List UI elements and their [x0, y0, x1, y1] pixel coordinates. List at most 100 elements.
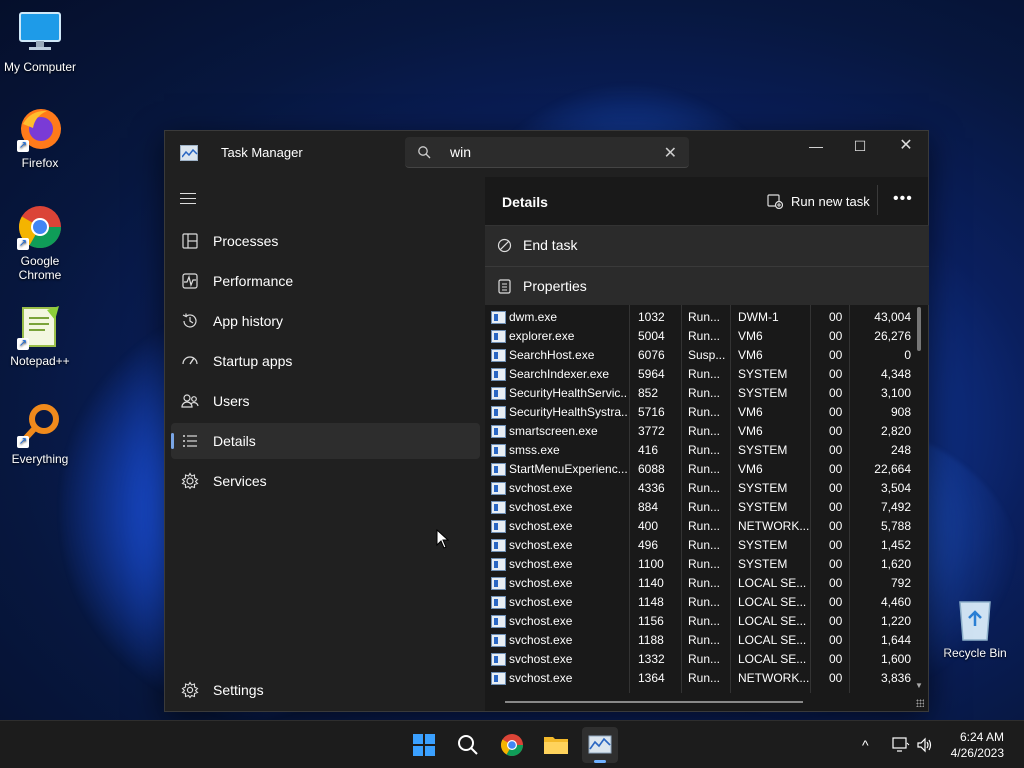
sidebar-item-settings[interactable]: Settings: [171, 672, 480, 708]
process-name: svchost.exe: [509, 633, 573, 647]
process-cpu: 00: [829, 538, 843, 552]
clear-search-icon[interactable]: ✕: [664, 143, 677, 163]
table-row[interactable]: SearchHost.exe 6076 Susp... VM6 00 0: [485, 346, 929, 365]
more-options-icon[interactable]: •••: [893, 190, 913, 208]
horizontal-scrollbar[interactable]: [505, 701, 803, 703]
process-memory: 4,348: [880, 367, 911, 381]
properties-menu-item[interactable]: Properties: [485, 267, 929, 307]
process-name: svchost.exe: [509, 538, 573, 552]
maximize-button[interactable]: ☐: [837, 131, 883, 163]
process-name: SecurityHealthSystra...: [509, 405, 627, 419]
sidebar-item-app-history[interactable]: App history: [171, 303, 480, 339]
table-row[interactable]: svchost.exe 884 Run... SYSTEM 00 7,492: [485, 498, 929, 517]
taskbar-task-manager-button[interactable]: [582, 727, 618, 763]
table-row[interactable]: svchost.exe 1364 Run... NETWORK... 00 3,836: [485, 669, 929, 688]
sidebar-item-processes[interactable]: Processes: [171, 223, 480, 259]
process-memory: 7,492: [880, 500, 911, 514]
title-bar[interactable]: Task Manager win ✕ — ☐ ✕: [165, 131, 928, 177]
desktop-icon-google-chrome[interactable]: ↗ Google Chrome: [0, 204, 80, 282]
desktop-icon-firefox[interactable]: ↗ Firefox: [0, 106, 80, 170]
table-row[interactable]: svchost.exe 1148 Run... LOCAL SE... 00 4,460: [485, 593, 929, 612]
volume-icon[interactable]: [916, 737, 934, 753]
end-task-menu-item[interactable]: End task: [485, 226, 929, 266]
resize-grip-icon[interactable]: [916, 699, 924, 707]
desktop-icon-notepadpp[interactable]: ↗ Notepad++: [0, 304, 80, 368]
toolbar-divider: [877, 185, 878, 215]
table-row[interactable]: smartscreen.exe 3772 Run... VM6 00 2,820: [485, 422, 929, 441]
table-row[interactable]: smss.exe 416 Run... SYSTEM 00 248: [485, 441, 929, 460]
process-icon: [491, 330, 506, 343]
start-button[interactable]: [406, 727, 442, 763]
scroll-down-icon[interactable]: ▼: [915, 681, 923, 690]
table-row[interactable]: dwm.exe 1032 Run... DWM-1 00 43,004: [485, 308, 929, 327]
column-divider: [849, 305, 850, 693]
desktop-icon-label: Everything: [11, 452, 69, 466]
hamburger-menu-icon[interactable]: [180, 193, 196, 208]
table-row[interactable]: svchost.exe 1156 Run... LOCAL SE... 00 1,220: [485, 612, 929, 631]
table-row[interactable]: SecurityHealthServic... 852 Run... SYSTEM 00…: [485, 384, 929, 403]
table-row[interactable]: svchost.exe 1100 Run... SYSTEM 00 1,620: [485, 555, 929, 574]
search-box[interactable]: win ✕: [405, 137, 689, 168]
mouse-cursor-icon: [436, 529, 450, 549]
process-pid: 1332: [638, 652, 665, 666]
table-row[interactable]: svchost.exe 1140 Run... LOCAL SE... 00 792: [485, 574, 929, 593]
chrome-icon: [501, 734, 523, 756]
process-pid: 496: [638, 538, 659, 552]
table-row[interactable]: svchost.exe 400 Run... NETWORK... 00 5,788: [485, 517, 929, 536]
block-icon: [497, 238, 512, 253]
sidebar-item-performance[interactable]: Performance: [171, 263, 480, 299]
process-status: Run...: [688, 652, 721, 666]
desktop-icon-everything[interactable]: ↗ Everything: [0, 402, 80, 466]
table-row[interactable]: svchost.exe 1188 Run... LOCAL SE... 00 1,644: [485, 631, 929, 650]
taskbar-file-explorer-button[interactable]: [538, 727, 574, 763]
chrome-icon: ↗: [17, 204, 63, 250]
table-row[interactable]: svchost.exe 496 Run... SYSTEM 00 1,452: [485, 536, 929, 555]
system-clock[interactable]: 6:24 AM 4/26/2023: [951, 729, 1004, 761]
taskbar-search-button[interactable]: [450, 727, 486, 763]
process-status: Run...: [688, 424, 721, 438]
vertical-scrollbar[interactable]: [917, 307, 921, 351]
process-icon: [491, 425, 506, 438]
table-row[interactable]: svchost.exe 1332 Run... LOCAL SE... 00 1,600: [485, 650, 929, 669]
process-status: Run...: [688, 310, 721, 324]
process-memory: 1,600: [880, 652, 911, 666]
sidebar-item-label: Services: [213, 473, 267, 489]
process-name: smss.exe: [509, 443, 560, 457]
sidebar-item-startup-apps[interactable]: Startup apps: [171, 343, 480, 379]
magnifier-icon: ↗: [17, 402, 63, 448]
process-icon: [491, 482, 506, 495]
process-cpu: 00: [829, 595, 843, 609]
process-cpu: 00: [829, 405, 843, 419]
close-button[interactable]: ✕: [883, 131, 929, 163]
sidebar-item-details[interactable]: Details: [171, 423, 480, 459]
process-status: Run...: [688, 633, 721, 647]
process-user: LOCAL SE...: [738, 614, 807, 628]
window-title: Task Manager: [221, 145, 303, 160]
page-title: Details: [502, 194, 548, 210]
table-row[interactable]: explorer.exe 5004 Run... VM6 00 26,276: [485, 327, 929, 346]
search-input[interactable]: win: [450, 144, 471, 160]
show-hidden-icons-chevron[interactable]: ^: [862, 737, 869, 753]
process-user: SYSTEM: [738, 386, 788, 400]
properties-icon: [498, 279, 511, 294]
desktop-icon-label: Google Chrome: [18, 254, 62, 282]
table-row[interactable]: SecurityHealthSystra... 5716 Run... VM6 00 90…: [485, 403, 929, 422]
sidebar-item-label: Settings: [213, 682, 264, 698]
process-cpu: 00: [829, 462, 843, 476]
sidebar-item-services[interactable]: Services: [171, 463, 480, 499]
process-memory: 2,820: [880, 424, 911, 438]
desktop-icon-my-computer[interactable]: My Computer: [0, 10, 80, 74]
network-icon[interactable]: [892, 737, 910, 753]
process-pid: 1148: [638, 595, 664, 609]
taskbar: ^ 6:24 AM 4/26/2023: [0, 720, 1024, 768]
table-row[interactable]: StartMenuExperienc... 6088 Run... VM6 00 22,6…: [485, 460, 929, 479]
process-cpu: 00: [829, 633, 843, 647]
desktop-icon-recycle-bin[interactable]: Recycle Bin: [935, 596, 1015, 660]
taskbar-chrome-button[interactable]: [494, 727, 530, 763]
table-row[interactable]: SearchIndexer.exe 5964 Run... SYSTEM 00 4,348: [485, 365, 929, 384]
table-row[interactable]: svchost.exe 4336 Run... SYSTEM 00 3,504: [485, 479, 929, 498]
column-divider: [730, 305, 731, 693]
sidebar-item-users[interactable]: Users: [171, 383, 480, 419]
process-pid: 1100: [638, 557, 664, 571]
minimize-button[interactable]: —: [793, 131, 839, 163]
